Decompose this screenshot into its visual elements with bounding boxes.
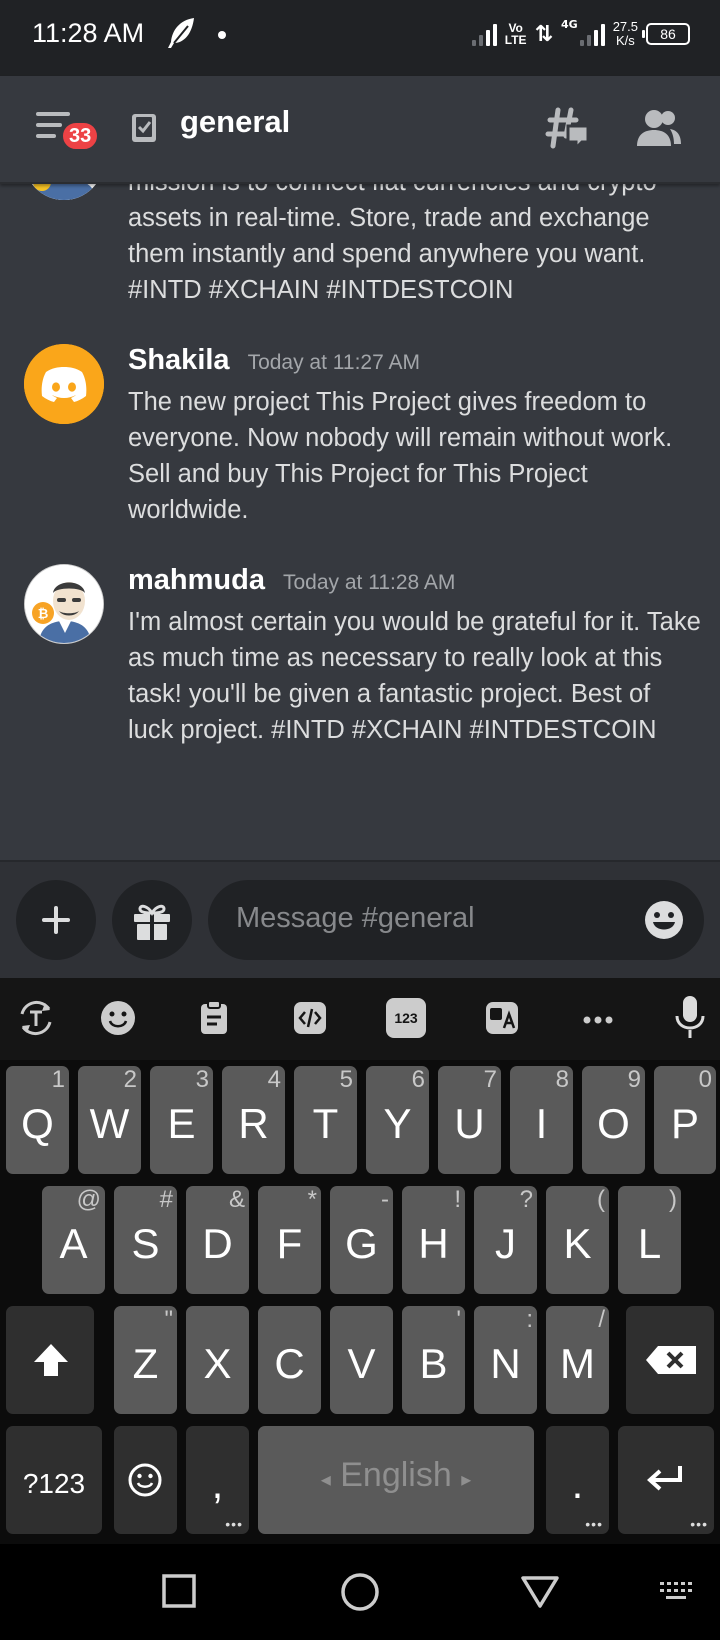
shift-key[interactable] (6, 1306, 94, 1414)
network-type: 4G (561, 17, 578, 31)
message-text: I'm almost certain you would be grateful… (128, 608, 701, 744)
channel-header: 33 general (0, 76, 720, 184)
key-u[interactable]: 7U (438, 1066, 501, 1174)
key-a[interactable]: @ A (42, 1186, 105, 1294)
members-icon[interactable] (636, 108, 682, 148)
soft-keyboard: 123 1Q 2W 3E 4R 5T 6Y 7U 8I 9O 0P @ A # S … (0, 978, 720, 1544)
shift-icon (34, 1344, 68, 1376)
author-name[interactable]: Shakila (128, 344, 230, 377)
key-g[interactable]: -G (330, 1186, 393, 1294)
data-activity-icon: ⇅ (534, 21, 553, 47)
key-e[interactable]: 3E (150, 1066, 213, 1174)
message-text: The new project This Project gives freed… (128, 388, 673, 524)
key-b[interactable]: ' B (402, 1306, 465, 1414)
translate-icon[interactable] (16, 998, 56, 1038)
space-language-label: English (340, 1456, 452, 1494)
key-q[interactable]: 1Q (6, 1066, 69, 1174)
timestamp: Today at 11:27 AM (247, 351, 420, 374)
emoji-icon[interactable] (98, 998, 138, 1038)
message-text: mission is to connect fiat currencies an… (128, 184, 657, 304)
key-v[interactable]: V (330, 1306, 393, 1414)
period-key[interactable]: . ••• (546, 1426, 609, 1534)
back-icon[interactable] (518, 1570, 562, 1614)
key-w[interactable]: 2W (78, 1066, 141, 1174)
key-r[interactable]: 4R (222, 1066, 285, 1174)
navigation-bar (0, 1544, 720, 1640)
message-body: Shakila Today at 11:27 AM The new projec… (128, 344, 702, 528)
key-z[interactable]: " Z (114, 1306, 177, 1414)
battery-icon: 86 (642, 23, 690, 45)
key-j[interactable]: ? J (474, 1186, 537, 1294)
keyboard-toolbar: 123 (0, 978, 720, 1060)
space-key[interactable]: ◂ English ▸ (258, 1426, 534, 1534)
gift-icon (134, 904, 170, 940)
message-body: mahmuda Today at 11:28 AM I'm almost cer… (128, 564, 702, 748)
message-list[interactable]: mission is to connect fiat currencies an… (0, 184, 720, 860)
clipboard-icon[interactable] (194, 998, 234, 1038)
symbols-key[interactable]: ?123 (6, 1426, 102, 1534)
backspace-icon (646, 1346, 696, 1374)
message-header: mahmuda Today at 11:28 AM (128, 564, 702, 604)
message-placeholder: Message #general (236, 902, 475, 934)
notification-dot (218, 31, 226, 39)
backspace-key[interactable] (626, 1306, 714, 1414)
key-y[interactable]: 6Y (366, 1066, 429, 1174)
key-o[interactable]: 9O (582, 1066, 645, 1174)
channel-title: general (180, 104, 291, 139)
message-header: Shakila Today at 11:27 AM (128, 344, 702, 384)
enter-key[interactable]: ••• (618, 1426, 714, 1534)
translate-language-icon[interactable] (482, 998, 522, 1038)
key-i[interactable]: 8I (510, 1066, 573, 1174)
key-f[interactable]: * F (258, 1186, 321, 1294)
key-m[interactable]: / M (546, 1306, 609, 1414)
key-n[interactable]: :N (474, 1306, 537, 1414)
status-indicators: Vo LTE ⇅ 4G 27.5 K/s 86 (471, 14, 690, 54)
emoji-smile-icon (128, 1463, 162, 1497)
gift-button[interactable] (112, 880, 192, 960)
timestamp: Today at 11:28 AM (282, 571, 456, 594)
author-name[interactable]: mahmuda (128, 564, 265, 597)
key-l[interactable]: ) L (618, 1186, 681, 1294)
feather-icon (168, 18, 194, 48)
channel-rules-icon (132, 114, 156, 142)
key-p[interactable]: 0P (654, 1066, 716, 1174)
home-icon[interactable] (338, 1570, 382, 1614)
key-x[interactable]: X (186, 1306, 249, 1414)
key-t[interactable]: 5T (294, 1066, 357, 1174)
key-h[interactable]: ! H (402, 1186, 465, 1294)
signal-icon-2 (579, 22, 605, 46)
message-body: mission is to connect fiat currencies an… (128, 184, 702, 308)
attach-button[interactable] (16, 880, 96, 960)
avatar[interactable] (24, 344, 104, 424)
enter-icon (647, 1466, 682, 1491)
svg-text:₿: ₿ (38, 607, 49, 622)
text-edit-icon[interactable] (290, 998, 330, 1038)
emoji-key[interactable] (114, 1426, 177, 1534)
discord-logo-icon (24, 344, 104, 424)
avatar[interactable] (24, 184, 104, 200)
numpad-icon[interactable]: 123 (386, 998, 426, 1038)
comma-key[interactable]: , ••• (186, 1426, 249, 1534)
key-c[interactable]: C (258, 1306, 321, 1414)
network-speed: 27.5 K/s (612, 19, 638, 48)
emoji-picker-icon[interactable] (644, 900, 684, 940)
microphone-icon[interactable] (672, 994, 708, 1040)
status-time: 11:28 AM (32, 18, 145, 48)
keyboard-switch-icon[interactable] (656, 1570, 696, 1614)
message-composer: Message #general (0, 860, 720, 978)
avatar[interactable]: ₿ (24, 564, 104, 644)
key-d[interactable]: & D (186, 1186, 249, 1294)
signal-icon (471, 22, 497, 46)
recents-icon[interactable] (158, 1570, 202, 1614)
threads-icon[interactable] (542, 106, 592, 152)
more-icon[interactable] (578, 998, 618, 1038)
message-input[interactable]: Message #general (208, 880, 704, 960)
unread-badge: 33 (60, 120, 101, 152)
key-s[interactable]: # S (114, 1186, 177, 1294)
key-k[interactable]: (K (546, 1186, 609, 1294)
status-bar: 11:28 AM Vo LTE ⇅ 4G 27.5 K/s 86 (0, 0, 720, 76)
volte-indicator: Vo LTE (504, 21, 527, 47)
